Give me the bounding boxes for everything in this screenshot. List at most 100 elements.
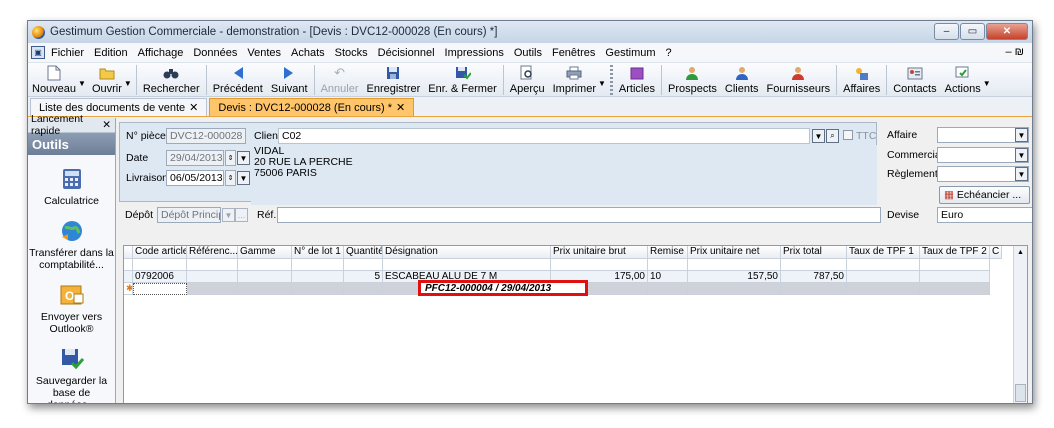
fournisseurs-button[interactable]: Fournisseurs [763, 63, 835, 95]
grid-vertical-scrollbar[interactable]: ▲ [1013, 246, 1027, 403]
apercu-button[interactable]: Aperçu [506, 63, 549, 95]
col-quantite[interactable]: Quantité [344, 246, 383, 259]
livraison-spinner[interactable]: ⇕ [225, 170, 236, 186]
date-spinner[interactable]: ⇕ [225, 150, 236, 166]
menu-impressions[interactable]: Impressions [445, 47, 504, 59]
nouveau-dropdown-icon[interactable]: ▼ [78, 79, 86, 88]
ouvrir-button[interactable]: Ouvrir [88, 63, 126, 95]
imprimer-dropdown-icon[interactable]: ▼ [598, 79, 606, 88]
client-address: VIDAL 20 RUE LA PERCHE 75006 PARIS [251, 145, 877, 205]
livraison-dropdown-icon[interactable]: ▼ [237, 171, 250, 185]
person-icon [734, 65, 750, 81]
date-dropdown-icon[interactable]: ▼ [237, 151, 250, 165]
tab-devis[interactable]: Devis : DVC12-000028 (En cours) * ✕ [209, 98, 415, 116]
ref-field[interactable] [277, 207, 881, 223]
tool-sauvegarder-base[interactable]: Sauvegarder la base de données... [28, 347, 115, 403]
annuler-button[interactable]: ↶ Annuler [317, 63, 363, 95]
nouveau-button[interactable]: Nouveau [28, 63, 80, 95]
precedent-button[interactable]: Précédent [209, 63, 267, 95]
actions-dropdown-icon[interactable]: ▼ [983, 79, 991, 88]
col-reference[interactable]: Référenc... [187, 246, 238, 259]
suivant-button[interactable]: Suivant [267, 63, 312, 95]
scroll-up-icon[interactable]: ▲ [1014, 246, 1027, 259]
table-row[interactable] [124, 259, 990, 271]
cell-code[interactable]: 0792006 [133, 271, 187, 283]
close-icon[interactable]: ✕ [396, 102, 405, 114]
cell-prix-net[interactable]: 157,50 [688, 271, 781, 283]
col-designation[interactable]: Désignation [383, 246, 551, 259]
menu-donnees[interactable]: Données [193, 47, 237, 59]
prospects-button[interactable]: Prospects [664, 63, 721, 95]
cell-prix-total[interactable]: 787,50 [781, 271, 847, 283]
toolbar-separator [135, 65, 137, 95]
date-field[interactable]: 29/04/2013 [166, 150, 224, 166]
menu-gestimum[interactable]: Gestimum [605, 47, 655, 59]
col-c[interactable]: C [990, 246, 1002, 259]
grid-corner [124, 246, 133, 259]
menu-help[interactable]: ? [666, 47, 672, 59]
articles-button[interactable]: Articles [615, 63, 659, 95]
enr-fermer-button[interactable]: Enr. & Fermer [424, 63, 500, 95]
menu-fichier[interactable]: Fichier [51, 47, 84, 59]
minimize-button[interactable]: – [934, 23, 959, 40]
client-field[interactable]: C02 [278, 128, 810, 144]
close-icon[interactable]: ✕ [189, 102, 198, 114]
system-menu-icon[interactable]: ▣ [31, 46, 45, 59]
col-prix-total[interactable]: Prix total [781, 246, 847, 259]
echeancier-button[interactable]: ▦ Echéancier ... [939, 186, 1030, 204]
menu-fenetres[interactable]: Fenêtres [552, 47, 595, 59]
enregistrer-button[interactable]: Enregistrer [362, 63, 424, 95]
col-tpf1[interactable]: Taux de TPF 1 [847, 246, 920, 259]
tool-calculatrice[interactable]: Calculatrice [28, 167, 115, 207]
affaire-dropdown-icon[interactable]: ▼ [1015, 128, 1028, 142]
menu-decisionnel[interactable]: Décisionnel [378, 47, 435, 59]
document-header-form: N° pièce DVC12-000028 Date 29/04/2013 ⇕ … [117, 118, 1032, 230]
imprimer-button[interactable]: Imprimer [549, 63, 600, 95]
clients-button[interactable]: Clients [721, 63, 763, 95]
livraison-field[interactable]: 06/05/2013 [166, 170, 224, 186]
menu-edition[interactable]: Edition [94, 47, 128, 59]
col-tpf2[interactable]: Taux de TPF 2 [920, 246, 990, 259]
depot-extra-icon[interactable]: … [235, 208, 248, 222]
depot-field[interactable]: Dépôt Principal [157, 207, 221, 223]
col-code-article[interactable]: Code article [133, 246, 187, 259]
close-icon[interactable]: ✕ [102, 119, 111, 131]
contacts-button[interactable]: Contacts [889, 63, 940, 95]
depot-dropdown-icon[interactable]: ▼ [222, 208, 235, 222]
piece-field[interactable]: DVC12-000028 [166, 128, 246, 144]
rechercher-button[interactable]: Rechercher [139, 63, 204, 95]
client-dropdown-icon[interactable]: ▼ [812, 129, 825, 143]
mdi-controls[interactable]: – ₪ [1005, 46, 1024, 58]
menu-stocks[interactable]: Stocks [335, 47, 368, 59]
col-remise[interactable]: Remise [648, 246, 688, 259]
close-button[interactable]: ✕ [986, 23, 1028, 40]
cell-remise[interactable]: 10 [648, 271, 688, 283]
menu-ventes[interactable]: Ventes [247, 47, 281, 59]
col-gamme[interactable]: Gamme [238, 246, 292, 259]
client-search-icon[interactable]: ⌕ [826, 129, 839, 143]
ouvrir-dropdown-icon[interactable]: ▼ [124, 79, 132, 88]
tool-envoyer-outlook[interactable]: O Envoyer vers Outlook® [28, 283, 115, 335]
highlighted-origin-reference: PFC12-000004 / 29/04/2013 [418, 280, 588, 296]
actions-button[interactable]: Actions [941, 63, 985, 95]
cell-quantite[interactable]: 5 [344, 271, 383, 283]
menu-affichage[interactable]: Affichage [138, 47, 184, 59]
new-row-code-input[interactable] [133, 283, 187, 295]
devise-field[interactable]: Euro [937, 207, 1032, 223]
toolbar-separator [836, 65, 838, 95]
menu-achats[interactable]: Achats [291, 47, 325, 59]
maximize-button[interactable]: ▭ [960, 23, 985, 40]
arrow-left-icon [230, 65, 246, 81]
toolbar-grip[interactable] [609, 65, 613, 95]
col-lot[interactable]: N° de lot 1 [292, 246, 344, 259]
tool-transferer-comptabilite[interactable]: Transférer dans la comptabilité... [28, 219, 115, 271]
ref-label: Réf. [257, 209, 277, 221]
scroll-thumb[interactable] [1015, 384, 1026, 402]
col-prix-net[interactable]: Prix unitaire net [688, 246, 781, 259]
menu-outils[interactable]: Outils [514, 47, 542, 59]
affaires-button[interactable]: Affaires [839, 63, 884, 95]
commercial-dropdown-icon[interactable]: ▼ [1015, 148, 1028, 162]
reglement-dropdown-icon[interactable]: ▼ [1015, 167, 1028, 181]
col-prix-brut[interactable]: Prix unitaire brut [551, 246, 648, 259]
ttc-checkbox[interactable] [843, 130, 853, 140]
